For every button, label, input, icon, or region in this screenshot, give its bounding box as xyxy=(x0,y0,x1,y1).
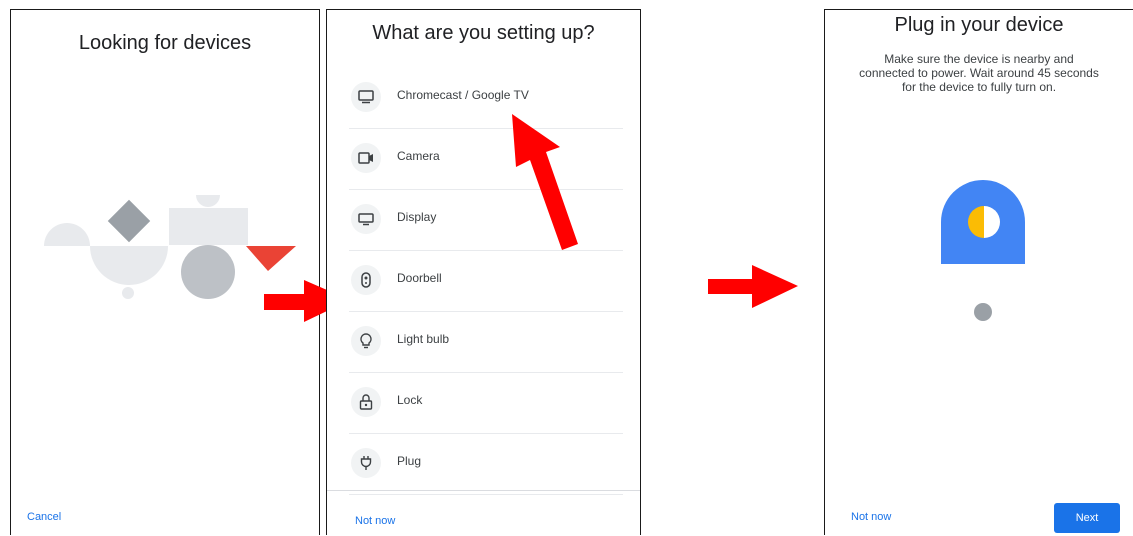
cancel-button[interactable]: Cancel xyxy=(27,511,61,523)
list-item-doorbell[interactable]: Doorbell xyxy=(349,251,623,312)
screen-device-type-selection: What are you setting up? Chromecast / Go… xyxy=(326,9,641,535)
right-arrow-icon xyxy=(708,265,798,308)
list-item-label: Lock xyxy=(397,393,423,407)
up-arrow-icon xyxy=(512,114,578,250)
list-item-light-bulb[interactable]: Light bulb xyxy=(349,312,623,373)
page-title: What are you setting up? xyxy=(372,22,595,44)
list-item-plug[interactable]: Plug xyxy=(349,434,623,495)
device-illustration xyxy=(941,180,1025,264)
list-item-label: Light bulb xyxy=(397,332,450,346)
next-button[interactable]: Next xyxy=(1054,503,1120,533)
list-item-label: Chromecast / Google TV xyxy=(397,88,529,102)
list-item-label: Display xyxy=(397,210,437,224)
list-item-label: Doorbell xyxy=(397,271,442,285)
screen-looking-for-devices: Looking for devices Cancel xyxy=(10,9,320,535)
page-title: Plug in your device xyxy=(894,14,1064,36)
list-item-label: Camera xyxy=(397,149,440,163)
camera-icon xyxy=(351,143,381,173)
searching-illustration xyxy=(44,195,296,299)
display-icon xyxy=(351,204,381,234)
not-now-button[interactable]: Not now xyxy=(851,511,891,523)
list-item-label: Plug xyxy=(397,454,422,468)
lock-icon xyxy=(351,387,381,417)
status-dot-icon xyxy=(974,303,992,321)
screen-plug-in-device: Plug in your device Make sure the device… xyxy=(824,9,1133,535)
tv-icon xyxy=(351,82,381,112)
plug-icon xyxy=(351,448,381,478)
list-item-lock[interactable]: Lock xyxy=(349,373,623,434)
divider xyxy=(327,490,640,491)
light-bulb-icon xyxy=(351,326,381,356)
doorbell-icon xyxy=(351,265,381,295)
not-now-button[interactable]: Not now xyxy=(355,515,395,527)
instruction-text: Make sure the device is nearby and conne… xyxy=(859,52,1099,94)
